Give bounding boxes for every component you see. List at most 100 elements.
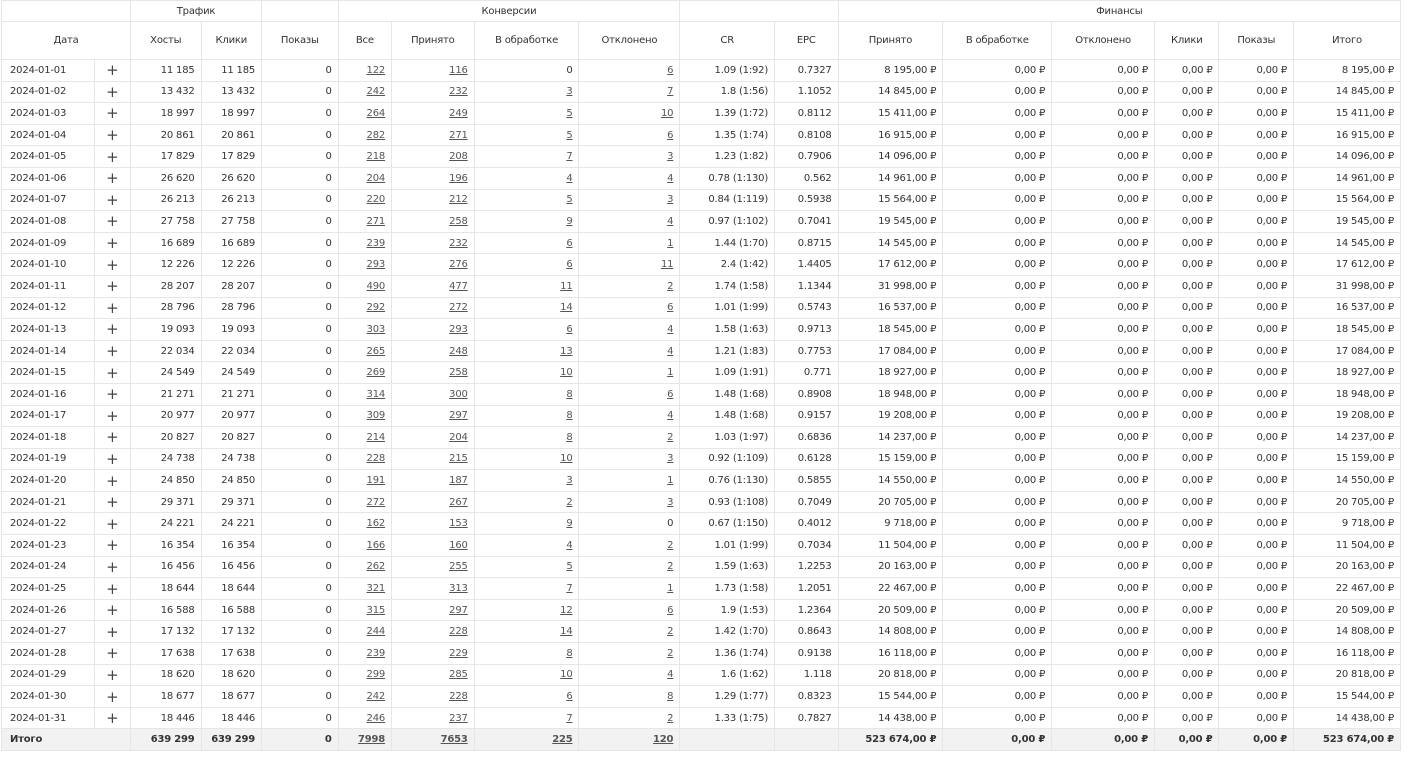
plus-icon[interactable]: + (93, 80, 132, 104)
link-conv-pending[interactable]: 3 (566, 475, 572, 486)
link-conv-all[interactable]: 314 (367, 389, 386, 400)
link-conv-accepted[interactable]: 258 (449, 367, 468, 378)
plus-icon[interactable]: + (93, 102, 132, 125)
link-conv-rejected[interactable]: 8 (667, 691, 673, 702)
link-conv-all[interactable]: 299 (367, 669, 386, 680)
plus-icon[interactable]: + (93, 339, 132, 363)
plus-icon[interactable]: + (93, 274, 132, 298)
link-conv-all[interactable]: 162 (367, 518, 386, 529)
link-conv-accepted[interactable]: 204 (449, 432, 468, 443)
link-conv-rejected[interactable]: 4 (667, 324, 673, 335)
link-conv-accepted[interactable]: 258 (449, 216, 468, 227)
link-conv-accepted[interactable]: 297 (449, 410, 468, 421)
link-conv-all[interactable]: 218 (367, 151, 386, 162)
link-conv-all[interactable]: 262 (367, 561, 386, 572)
link-conv-pending[interactable]: 4 (566, 173, 572, 184)
link-conv-pending[interactable]: 5 (566, 108, 572, 119)
link-conv-accepted[interactable]: 153 (449, 518, 468, 529)
col-header-conv-rejected[interactable]: Отклонено (578, 21, 681, 60)
plus-icon[interactable]: + (93, 555, 132, 579)
link-conv-accepted[interactable]: 7653 (441, 734, 468, 745)
link-conv-pending[interactable]: 5 (566, 561, 572, 572)
plus-icon[interactable]: + (93, 382, 132, 406)
link-conv-rejected[interactable]: 6 (667, 302, 673, 313)
col-header-date[interactable]: Дата (1, 21, 131, 60)
link-conv-rejected[interactable]: 6 (667, 389, 673, 400)
link-conv-accepted[interactable]: 228 (449, 626, 468, 637)
plus-icon[interactable]: + (93, 577, 132, 600)
link-conv-rejected[interactable]: 4 (667, 173, 673, 184)
link-conv-accepted[interactable]: 248 (449, 346, 468, 357)
link-conv-accepted[interactable]: 232 (449, 86, 468, 97)
link-conv-accepted[interactable]: 293 (449, 324, 468, 335)
link-conv-pending[interactable]: 10 (560, 669, 573, 680)
link-conv-all[interactable]: 282 (367, 130, 386, 141)
col-header-fin-accepted[interactable]: Принято (837, 21, 944, 60)
link-conv-accepted[interactable]: 297 (449, 605, 468, 616)
col-header-fin-impressions[interactable]: Показы (1218, 21, 1295, 60)
link-conv-all[interactable]: 246 (367, 713, 386, 724)
col-header-fin-total[interactable]: Итого (1293, 21, 1401, 60)
link-conv-accepted[interactable]: 285 (449, 669, 468, 680)
link-conv-pending[interactable]: 9 (566, 518, 572, 529)
link-conv-pending[interactable]: 13 (560, 346, 573, 357)
link-conv-rejected[interactable]: 120 (653, 734, 673, 745)
col-header-fin-rejected[interactable]: Отклонено (1051, 21, 1155, 60)
link-conv-accepted[interactable]: 160 (449, 540, 468, 551)
plus-icon[interactable]: + (93, 663, 132, 687)
link-conv-accepted[interactable]: 228 (449, 691, 468, 702)
plus-icon[interactable]: + (93, 642, 132, 665)
col-header-conv-pending[interactable]: В обработке (473, 21, 580, 60)
link-conv-all[interactable]: 239 (367, 238, 386, 249)
link-conv-all[interactable]: 220 (367, 194, 386, 205)
plus-icon[interactable]: + (93, 318, 132, 341)
link-conv-rejected[interactable]: 2 (667, 540, 673, 551)
link-conv-rejected[interactable]: 3 (667, 453, 673, 464)
link-conv-rejected[interactable]: 2 (667, 281, 673, 292)
plus-icon[interactable]: + (93, 361, 132, 384)
link-conv-accepted[interactable]: 116 (449, 65, 468, 76)
link-conv-rejected[interactable]: 10 (661, 108, 674, 119)
col-header-cr[interactable]: CR (679, 21, 776, 60)
link-conv-rejected[interactable]: 1 (667, 238, 673, 249)
link-conv-all[interactable]: 242 (367, 691, 386, 702)
plus-icon[interactable]: + (93, 210, 132, 233)
link-conv-accepted[interactable]: 196 (449, 173, 468, 184)
link-conv-rejected[interactable]: 1 (667, 367, 673, 378)
plus-icon[interactable]: + (93, 123, 132, 147)
link-conv-rejected[interactable]: 4 (667, 216, 673, 227)
link-conv-rejected[interactable]: 2 (667, 648, 673, 659)
link-conv-rejected[interactable]: 2 (667, 713, 673, 724)
plus-icon[interactable]: + (93, 231, 132, 255)
link-conv-pending[interactable]: 6 (566, 324, 572, 335)
link-conv-pending[interactable]: 10 (560, 453, 573, 464)
link-conv-pending[interactable]: 6 (566, 238, 572, 249)
col-header-clicks[interactable]: Клики (200, 21, 263, 60)
link-conv-all[interactable]: 264 (367, 108, 386, 119)
link-conv-pending[interactable]: 7 (566, 713, 572, 724)
link-conv-pending[interactable]: 10 (560, 367, 573, 378)
link-conv-all[interactable]: 315 (367, 605, 386, 616)
link-conv-all[interactable]: 214 (367, 432, 386, 443)
link-conv-accepted[interactable]: 187 (449, 475, 468, 486)
link-conv-all[interactable]: 122 (367, 65, 386, 76)
link-conv-rejected[interactable]: 3 (667, 497, 673, 508)
plus-icon[interactable]: + (93, 188, 132, 212)
link-conv-rejected[interactable]: 3 (667, 151, 673, 162)
link-conv-accepted[interactable]: 271 (449, 130, 468, 141)
plus-icon[interactable]: + (93, 512, 132, 536)
link-conv-rejected[interactable]: 6 (667, 605, 673, 616)
link-conv-accepted[interactable]: 276 (449, 259, 468, 270)
link-conv-all[interactable]: 228 (367, 453, 386, 464)
link-conv-rejected[interactable]: 3 (667, 194, 673, 205)
plus-icon[interactable]: + (93, 534, 132, 557)
plus-icon[interactable]: + (93, 166, 132, 190)
link-conv-accepted[interactable]: 272 (449, 302, 468, 313)
link-conv-pending[interactable]: 8 (566, 648, 572, 659)
link-conv-pending[interactable]: 14 (560, 626, 573, 637)
link-conv-pending[interactable]: 2 (566, 497, 572, 508)
link-conv-all[interactable]: 269 (367, 367, 386, 378)
plus-icon[interactable]: + (93, 145, 132, 168)
link-conv-pending[interactable]: 7 (566, 151, 572, 162)
link-conv-accepted[interactable]: 215 (449, 453, 468, 464)
